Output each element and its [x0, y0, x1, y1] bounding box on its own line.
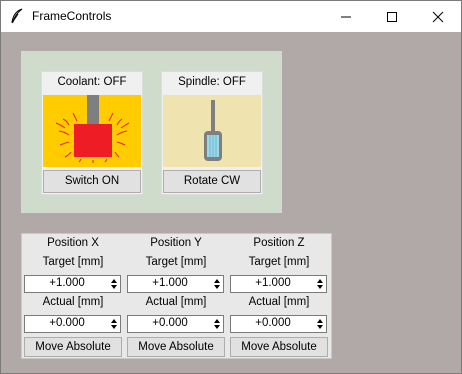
- actual-x-spinbox[interactable]: +0.000: [24, 315, 121, 333]
- spin-arrows-icon[interactable]: [212, 317, 222, 331]
- position-grid: Position X Target [mm] +1.000 Actual [mm…: [21, 233, 332, 359]
- minimize-button[interactable]: [323, 1, 369, 32]
- minimize-icon: [341, 16, 351, 17]
- position-y-column: Position Y Target [mm] +1.000 Actual [mm…: [125, 234, 227, 358]
- target-y-spinbox[interactable]: +1.000: [127, 275, 224, 293]
- window-title: FrameControls: [32, 9, 112, 23]
- actual-label: Actual [mm]: [42, 296, 104, 308]
- actual-z-spinbox[interactable]: +0.000: [230, 315, 327, 333]
- close-button[interactable]: [415, 1, 461, 32]
- coolant-card: Coolant: OFF Switch ON: [41, 71, 143, 195]
- coolant-status-label: Coolant: OFF: [57, 76, 127, 88]
- maximize-icon: [387, 11, 397, 22]
- rotate-cw-button[interactable]: Rotate CW: [163, 170, 261, 193]
- feather-icon: [10, 8, 24, 24]
- target-y-value[interactable]: +1.000: [128, 277, 212, 289]
- position-y-header: Position Y: [150, 237, 202, 249]
- actual-z-value[interactable]: +0.000: [231, 317, 315, 329]
- move-absolute-x-button[interactable]: Move Absolute: [24, 337, 122, 357]
- spin-arrows-icon[interactable]: [109, 317, 119, 331]
- target-z-value[interactable]: +1.000: [231, 277, 315, 289]
- maximize-button[interactable]: [369, 1, 415, 32]
- target-z-spinbox[interactable]: +1.000: [230, 275, 327, 293]
- position-x-header: Position X: [47, 237, 99, 249]
- target-label: Target [mm]: [145, 256, 207, 268]
- actual-label: Actual [mm]: [145, 296, 207, 308]
- app-window: FrameControls Coolant: OFF Switch ON Spi…: [0, 0, 462, 374]
- actual-x-value[interactable]: +0.000: [25, 317, 109, 329]
- move-absolute-z-button[interactable]: Move Absolute: [230, 337, 328, 357]
- device-panel: Coolant: OFF Switch ON Spindle: OFF Rota…: [21, 51, 282, 213]
- position-z-column: Position Z Target [mm] +1.000 Actual [mm…: [228, 234, 330, 358]
- coolant-image: [43, 95, 141, 167]
- close-icon: [432, 11, 444, 22]
- position-x-column: Position X Target [mm] +1.000 Actual [mm…: [22, 234, 124, 358]
- move-absolute-y-button[interactable]: Move Absolute: [127, 337, 225, 357]
- target-x-spinbox[interactable]: +1.000: [24, 275, 121, 293]
- spin-arrows-icon[interactable]: [315, 317, 325, 331]
- target-label: Target [mm]: [42, 256, 104, 268]
- actual-y-value[interactable]: +0.000: [128, 317, 212, 329]
- position-z-header: Position Z: [253, 237, 305, 249]
- spindle-image: [163, 95, 261, 167]
- target-x-value[interactable]: +1.000: [25, 277, 109, 289]
- spin-arrows-icon[interactable]: [109, 277, 119, 291]
- actual-y-spinbox[interactable]: +0.000: [127, 315, 224, 333]
- spin-arrows-icon[interactable]: [315, 277, 325, 291]
- target-label: Target [mm]: [248, 256, 310, 268]
- title-bar[interactable]: FrameControls: [1, 1, 461, 32]
- switch-on-button[interactable]: Switch ON: [43, 170, 141, 193]
- spindle-status-label: Spindle: OFF: [178, 76, 246, 88]
- actual-label: Actual [mm]: [248, 296, 310, 308]
- spin-arrows-icon[interactable]: [212, 277, 222, 291]
- spindle-card: Spindle: OFF Rotate CW: [161, 71, 263, 195]
